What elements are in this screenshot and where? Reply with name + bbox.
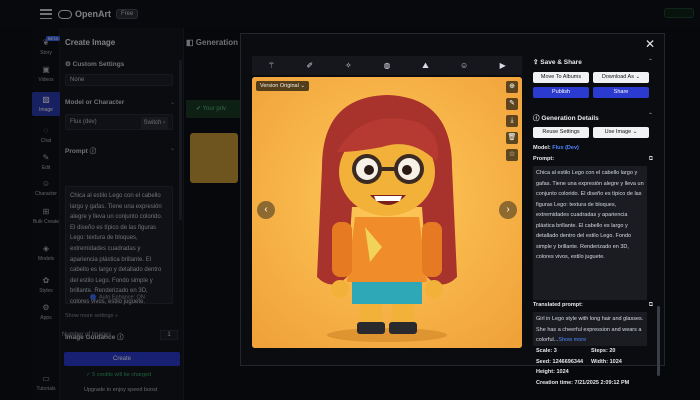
download-as-button[interactable]: Download As ⌄ xyxy=(593,72,649,83)
download-as-label: Download As xyxy=(601,74,634,80)
save-share-heading: ⇪ Save & Share xyxy=(533,58,582,66)
model-label: Model: xyxy=(533,145,551,151)
copy-icon[interactable]: ⧉ xyxy=(649,302,653,309)
download-icon[interactable]: ⤓ xyxy=(506,115,518,127)
width-value: Width: 1024 xyxy=(591,358,622,365)
prompt-label: Prompt: xyxy=(533,156,555,162)
model-info: Model: Flux (Dev) xyxy=(533,145,579,151)
scale-value: Scale: 3 xyxy=(536,348,557,354)
sparkle-icon[interactable]: ✧ xyxy=(342,61,354,70)
show-more-link[interactable]: Show more xyxy=(558,337,586,343)
generation-details-title: Generation Details xyxy=(541,115,599,122)
save-share-title: Save & Share xyxy=(540,59,582,66)
version-label: Version Original xyxy=(260,83,299,89)
seed-value: Seed: 1246696344 xyxy=(536,358,584,365)
chevron-up-icon[interactable]: ⌃ xyxy=(648,58,653,65)
magic-wand-icon[interactable]: ⚚ xyxy=(265,61,277,70)
translated-prompt-label: Translated prompt: xyxy=(533,302,583,308)
generation-stats: Scale: 3 Steps: 20 Seed: 1246696344 Width:… xyxy=(533,346,651,388)
pencil-icon[interactable]: ✎ xyxy=(506,98,518,110)
translated-prompt-text: Girl in Lego style with long hair and gl… xyxy=(533,312,647,346)
translated-text: Girl in Lego style with long hair and gl… xyxy=(536,316,644,343)
reuse-settings-button[interactable]: Reuse Settings xyxy=(533,127,589,138)
creation-time-value: Creation time: 7/21/2025 2:09:12 PM xyxy=(536,379,630,386)
height-value: Height: 1024 xyxy=(536,369,569,375)
steps-value: Steps: 20 xyxy=(591,348,616,354)
face-icon[interactable]: ☺ xyxy=(458,61,470,70)
image-side-tools: ⊕ ✎ ⤓ 🗑 ☆ xyxy=(506,81,518,161)
share-button[interactable]: Share xyxy=(593,87,649,98)
move-to-albums-button[interactable]: Move To Albums xyxy=(533,72,589,83)
model-link[interactable]: Flux (Dev) xyxy=(552,145,579,151)
previous-image-button[interactable]: ‹ xyxy=(257,201,275,219)
close-icon[interactable]: ✕ xyxy=(645,37,655,51)
generation-details-heading: ⓘ Generation Details xyxy=(533,112,599,122)
details-scrollbar[interactable] xyxy=(657,306,660,376)
next-image-button[interactable]: › xyxy=(499,201,517,219)
trash-icon[interactable]: 🗑 xyxy=(506,132,518,144)
use-image-button[interactable]: Use Image ⌄ xyxy=(593,127,649,138)
palette-icon[interactable]: ◍ xyxy=(381,61,393,70)
zoom-icon[interactable]: ⊕ xyxy=(506,81,518,93)
brush-icon[interactable]: ✐ xyxy=(304,61,316,70)
prompt-text: Chica al estilo Lego con el cabello larg… xyxy=(533,166,647,300)
star-icon[interactable]: ☆ xyxy=(506,149,518,161)
image-edit-icon[interactable]: ⛰ xyxy=(420,61,432,71)
generated-image[interactable]: Version Original ⌄ ⊕ ✎ ⤓ 🗑 ☆ ‹ › xyxy=(252,77,522,348)
image-toolbar: ⚚ ✐ ✧ ◍ ⛰ ☺ ▶ xyxy=(252,56,522,75)
publish-button[interactable]: Publish xyxy=(533,87,589,98)
video-icon[interactable]: ▶ xyxy=(497,61,509,70)
copy-icon[interactable]: ⧉ xyxy=(649,156,653,163)
image-detail-modal: ✕ ⚚ ✐ ✧ ◍ ⛰ ☺ ▶ Version Original ⌄ ⊕ ✎ ⤓… xyxy=(240,33,665,386)
use-image-label: Use Image xyxy=(604,129,632,135)
lego-girl-image xyxy=(252,77,522,348)
chevron-up-icon[interactable]: ⌃ xyxy=(648,112,653,119)
version-selector[interactable]: Version Original ⌄ xyxy=(256,81,309,91)
